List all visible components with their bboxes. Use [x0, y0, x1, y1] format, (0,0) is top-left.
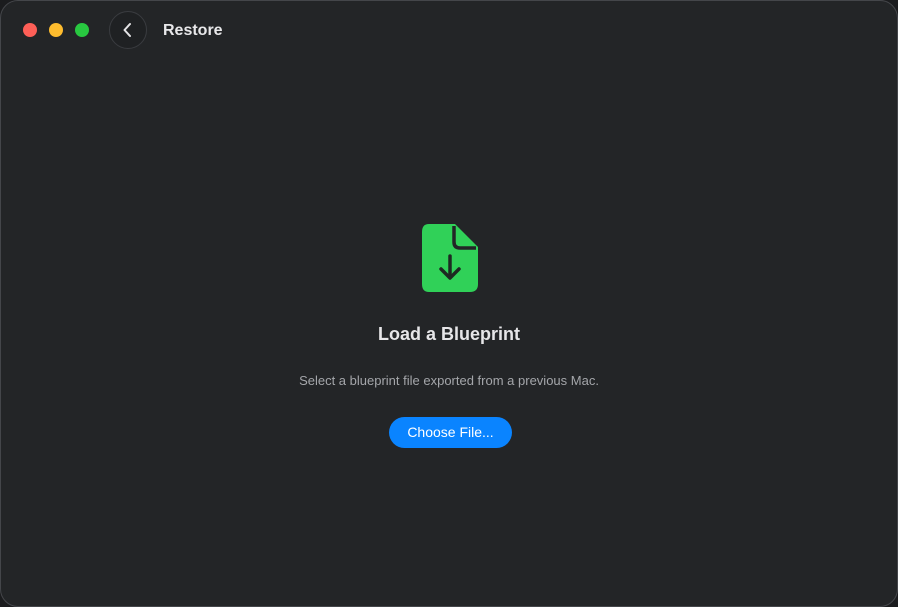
restore-window: Restore Load a Blueprint Select a bluepr…	[0, 0, 898, 607]
page-subtitle: Select a blueprint file exported from a …	[299, 373, 599, 388]
document-download-icon	[422, 224, 478, 292]
page-heading: Load a Blueprint	[377, 324, 520, 344]
choose-file-button[interactable]: Choose File...	[389, 417, 512, 448]
main-content: Load a Blueprint Select a blueprint file…	[1, 1, 897, 606]
